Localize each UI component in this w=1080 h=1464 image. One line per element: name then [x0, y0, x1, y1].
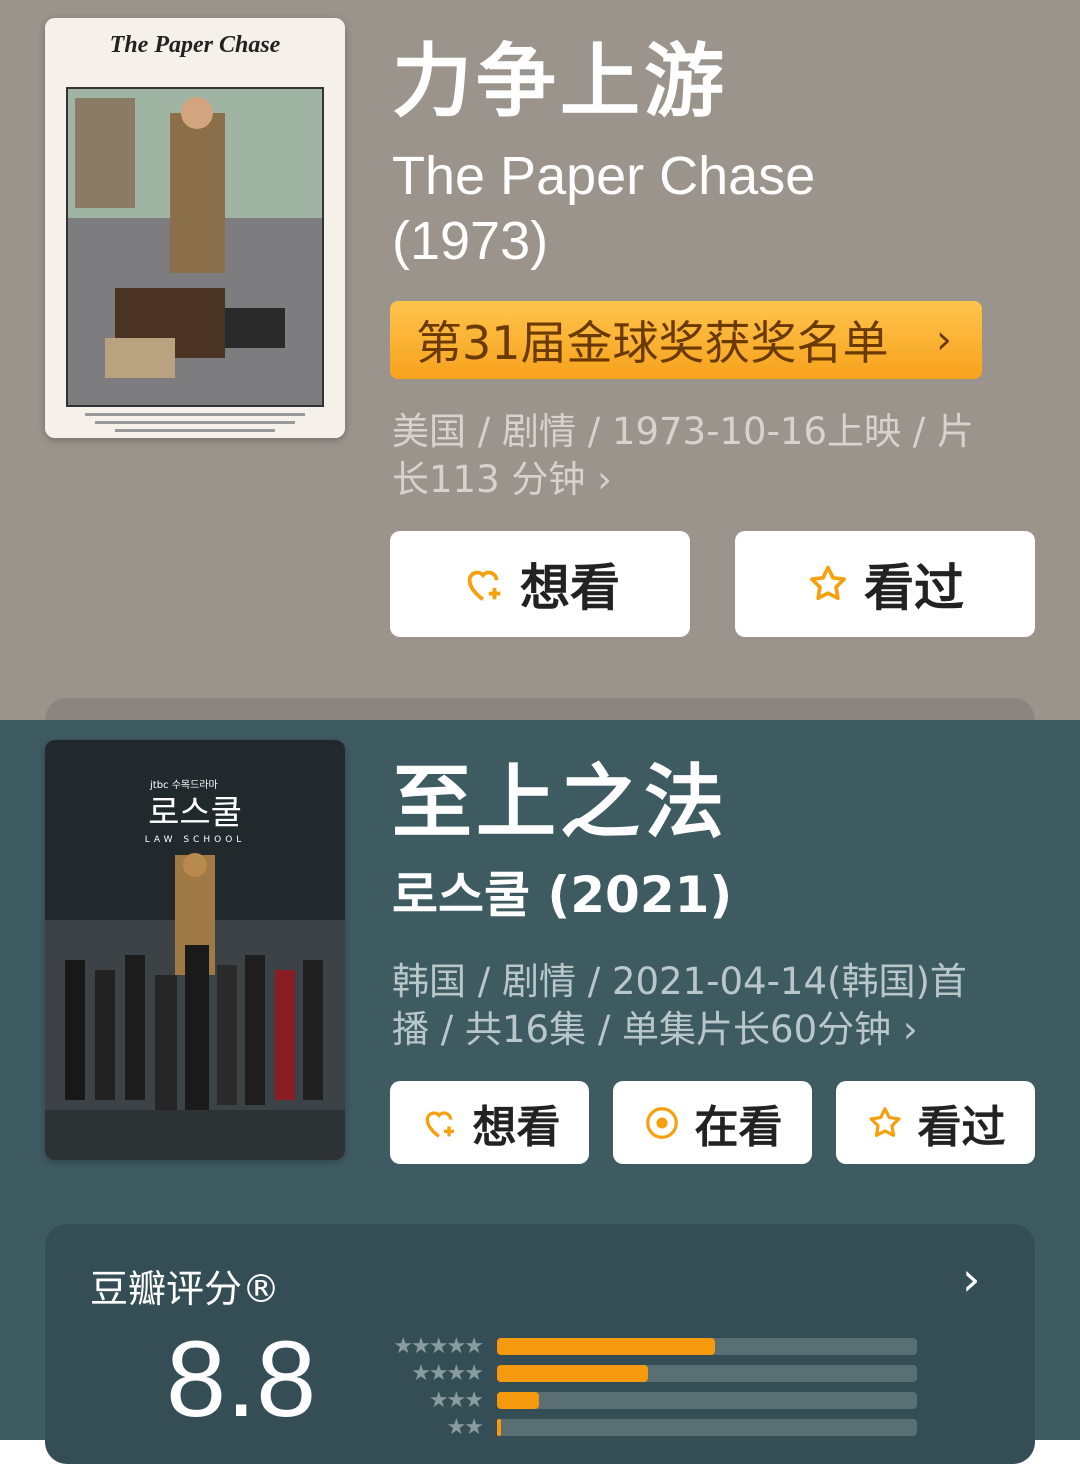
rating-bar-5 [497, 1338, 917, 1355]
poster-title-text: The Paper Chase [110, 32, 281, 58]
movie-title-original: 로스쿨 (2021) [392, 866, 733, 924]
meta-line: 韩国 / 剧情 / 2021-04-14(韩国)首 [392, 960, 967, 1003]
poster-network-text: jtbc 수목드라마 [149, 779, 218, 791]
button-label: 想看 [472, 1101, 561, 1153]
meta-line: 播 / 共16集 / 单集片长60分钟 [392, 1008, 892, 1051]
star-level-3: ★★★ [428, 1388, 484, 1413]
movie-title-original: The Paper Chase [392, 146, 816, 206]
movie-meta[interactable]: 美国 / 剧情 / 1973-10-16上映 / 片 长113 分钟 › [392, 408, 1042, 504]
button-label: 在看 [694, 1101, 783, 1153]
star-icon [868, 1106, 901, 1137]
rating-bar-3 [497, 1392, 917, 1409]
rating-bar-fill [497, 1338, 716, 1355]
rating-bar-2 [497, 1419, 917, 1436]
watched-button[interactable]: 看过 [836, 1081, 1035, 1164]
movie-meta[interactable]: 韩国 / 剧情 / 2021-04-14(韩国)首 播 / 共16集 / 单集片… [392, 958, 1042, 1054]
rating-bar-fill [497, 1392, 539, 1409]
star-level-5: ★★★★★ [393, 1334, 484, 1359]
rating-label: 豆瓣评分® [90, 1267, 281, 1311]
chevron-right-icon: › [936, 317, 952, 363]
movie-poster-paper-chase[interactable]: The Paper Chase [45, 18, 345, 438]
watching-button[interactable]: 在看 [613, 1081, 812, 1164]
chevron-right-icon: › [902, 1008, 918, 1051]
heart-plus-icon [425, 1110, 454, 1138]
rating-bar-fill [497, 1419, 502, 1436]
star-icon [810, 565, 846, 601]
rating-bar-4 [497, 1365, 917, 1382]
chevron-right-icon[interactable]: › [962, 1252, 980, 1306]
button-label: 看过 [917, 1101, 1006, 1153]
watched-button[interactable]: 看过 [735, 531, 1035, 637]
heart-plus-icon [467, 570, 501, 601]
poster-artwork: jtbc 수목드라마 로스쿨 LAW SCHOOL [45, 740, 345, 1160]
poster-subtitle-text: LAW SCHOOL [145, 835, 246, 845]
star-level-2: ★★ [446, 1415, 484, 1440]
meta-line: 美国 / 剧情 / 1973-10-16上映 / 片 [392, 410, 974, 453]
rating-score: 8.8 [166, 1318, 317, 1439]
rating-bar-fill [497, 1365, 649, 1382]
want-to-watch-button[interactable]: 想看 [390, 1081, 589, 1164]
button-label: 看过 [864, 559, 964, 617]
meta-line: 长113 分钟 [392, 458, 586, 501]
chevron-right-icon: › [597, 458, 612, 501]
target-icon [645, 1106, 678, 1139]
movie-title-cn: 力争上游 [392, 35, 728, 128]
award-banner[interactable]: 第31届金球奖获奖名单 › [390, 301, 982, 379]
poster-logo-text: 로스쿨 [148, 793, 242, 833]
movie-year: (1973) [392, 211, 549, 271]
star-level-4: ★★★★ [411, 1361, 484, 1386]
award-label: 第31届金球奖获奖名单 [416, 316, 889, 370]
movie-poster-law-school[interactable]: jtbc 수목드라마 로스쿨 LAW SCHOOL [45, 740, 345, 1160]
button-label: 想看 [520, 559, 620, 617]
movie-title-cn: 至上之法 [392, 756, 728, 849]
poster-artwork: The Paper Chase [45, 18, 345, 438]
want-to-watch-button[interactable]: 想看 [390, 531, 690, 637]
